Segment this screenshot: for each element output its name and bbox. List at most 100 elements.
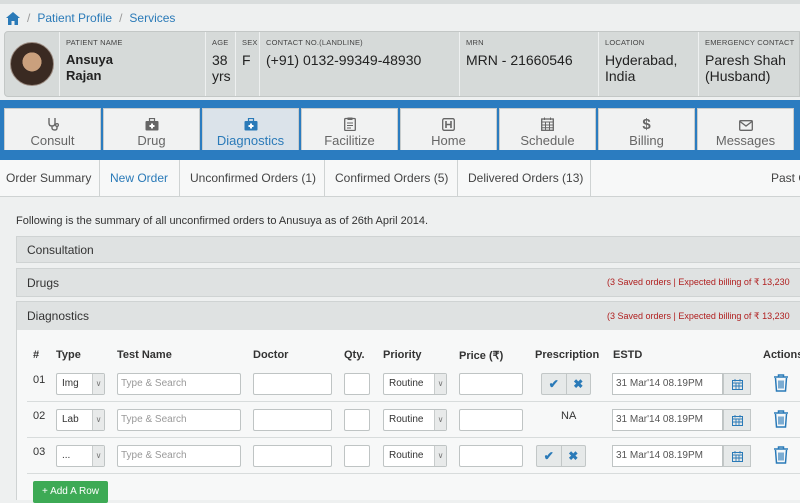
summary-text: Following is the summary of all unconfir… (16, 215, 429, 227)
type-value: ... (62, 450, 71, 461)
prescription-toggle: ✔ ✖ (541, 373, 591, 395)
subnav-delivered-orders[interactable]: Delivered Orders (13) (458, 160, 591, 197)
calendar-icon (731, 378, 743, 390)
section-diagnostics[interactable]: Diagnostics (3 Saved orders | Expected b… (16, 301, 800, 331)
doctor-input[interactable] (253, 373, 332, 395)
subnav-confirmed-orders[interactable]: Confirmed Orders (5) (325, 160, 458, 197)
contact-value: (+91) 0132-99349-48930 (266, 52, 422, 68)
sex-field: SEX F (235, 32, 259, 96)
tab-diagnostics[interactable]: Diagnostics (202, 108, 299, 150)
tab-label: Home (431, 133, 466, 148)
avatar (5, 32, 59, 96)
section-title: Diagnostics (27, 309, 90, 323)
service-tabs: Consult Drug Diagnostics Facilitize Home… (4, 108, 794, 150)
location-label: LOCATION (605, 38, 645, 47)
patient-name-label: PATIENT NAME (66, 38, 123, 47)
column-header-price: Price (₹) (459, 350, 504, 362)
close-icon[interactable]: ✖ (560, 446, 586, 466)
avatar-photo (10, 42, 54, 86)
type-select[interactable]: Lab ∨ (56, 409, 105, 431)
chevron-down-icon: ∨ (92, 446, 104, 466)
calendar-icon (731, 450, 743, 462)
tab-label: Schedule (520, 133, 575, 148)
tab-home[interactable]: Home (400, 108, 497, 150)
estd-date-input[interactable]: 31 Mar'14 08.19PM (612, 445, 723, 467)
type-select[interactable]: ... ∨ (56, 445, 105, 467)
subnav-past-orders[interactable]: Past O (591, 160, 800, 197)
test-name-input[interactable]: Type & Search (117, 445, 241, 467)
column-header-priority: Priority (383, 349, 422, 361)
trash-icon[interactable] (773, 446, 789, 464)
patient-first-name: Ansuya (66, 52, 113, 67)
calendar-button[interactable] (723, 409, 751, 431)
patient-name-field: PATIENT NAME Ansuya Rajan (59, 32, 205, 96)
check-icon[interactable]: ✔ (542, 374, 566, 394)
price-input[interactable] (459, 445, 523, 467)
contact-label: CONTACT NO.(Landline) (266, 38, 363, 47)
contact-field: CONTACT NO.(Landline) (+91) 0132-99349-4… (259, 32, 459, 96)
mrn-label: MRN (466, 38, 484, 47)
tab-consult[interactable]: Consult (4, 108, 101, 150)
calendar-icon (541, 117, 554, 131)
tab-messages[interactable]: Messages (697, 108, 794, 150)
subnav-new-order[interactable]: New Order (100, 160, 180, 197)
priority-select[interactable]: Routine ∨ (383, 373, 447, 395)
tab-schedule[interactable]: Schedule (499, 108, 596, 150)
patient-banner: PATIENT NAME Ansuya Rajan AGE 38 yrs SEX… (4, 31, 800, 97)
qty-input[interactable] (344, 409, 370, 431)
chevron-down-icon: ∨ (434, 374, 446, 394)
qty-input[interactable] (344, 445, 370, 467)
breadcrumb-services[interactable]: Services (129, 11, 175, 25)
subnav-order-summary[interactable]: Order Summary (0, 160, 100, 197)
section-drugs[interactable]: Drugs (3 Saved orders | Expected billing… (16, 268, 800, 297)
priority-select[interactable]: Routine ∨ (383, 445, 447, 467)
column-header-actions: Actions (763, 349, 800, 361)
location-city: Hyderabad, (605, 52, 678, 68)
close-icon[interactable]: ✖ (565, 374, 591, 394)
age-unit: yrs (212, 68, 231, 84)
patient-last-name: Rajan (66, 68, 102, 83)
priority-value: Routine (389, 414, 424, 425)
mrn-field: MRN MRN - 21660546 (459, 32, 598, 96)
check-icon[interactable]: ✔ (537, 446, 561, 466)
type-select[interactable]: Img ∨ (56, 373, 105, 395)
home-icon[interactable] (6, 11, 20, 25)
row-number: 03 (33, 446, 46, 458)
tab-label: Messages (715, 133, 776, 148)
tab-label: Diagnostics (216, 133, 285, 148)
breadcrumb-separator: / (27, 11, 31, 25)
section-billing-info: (3 Saved orders | Expected billing of ₹ … (607, 310, 790, 321)
sex-label: SEX (242, 38, 258, 47)
doctor-input[interactable] (253, 445, 332, 467)
test-name-input[interactable]: Type & Search (117, 409, 241, 431)
tab-facilitize[interactable]: Facilitize (301, 108, 398, 150)
breadcrumb-patient-profile[interactable]: Patient Profile (37, 11, 112, 25)
column-header-type: Type (56, 349, 81, 361)
doctor-input[interactable] (253, 409, 332, 431)
priority-select[interactable]: Routine ∨ (383, 409, 447, 431)
qty-input[interactable] (344, 373, 370, 395)
column-header-estd: ESTD (613, 349, 643, 361)
location-field: LOCATION Hyderabad, India (598, 32, 698, 96)
trash-icon[interactable] (773, 374, 789, 392)
subnav-unconfirmed-orders[interactable]: Unconfirmed Orders (1) (180, 160, 325, 197)
hospital-icon (442, 118, 455, 131)
age-value: 38 (212, 52, 228, 68)
chevron-down-icon: ∨ (92, 410, 104, 430)
price-input[interactable] (459, 409, 523, 431)
estd-date-input[interactable]: 31 Mar'14 08.19PM (612, 373, 723, 395)
tab-billing[interactable]: $ Billing (598, 108, 695, 150)
price-input[interactable] (459, 373, 523, 395)
estd-date-input[interactable]: 31 Mar'14 08.19PM (612, 409, 723, 431)
section-consultation[interactable]: Consultation (16, 236, 800, 263)
location-country: India (605, 68, 636, 84)
test-name-input[interactable]: Type & Search (117, 373, 241, 395)
calendar-button[interactable] (723, 373, 751, 395)
tab-drug[interactable]: Drug (103, 108, 200, 150)
calendar-button[interactable] (723, 445, 751, 467)
column-header-doctor: Doctor (253, 349, 289, 361)
priority-value: Routine (389, 450, 424, 461)
trash-icon[interactable] (773, 410, 789, 428)
type-value: Img (62, 378, 79, 389)
medkit-icon (244, 118, 257, 131)
